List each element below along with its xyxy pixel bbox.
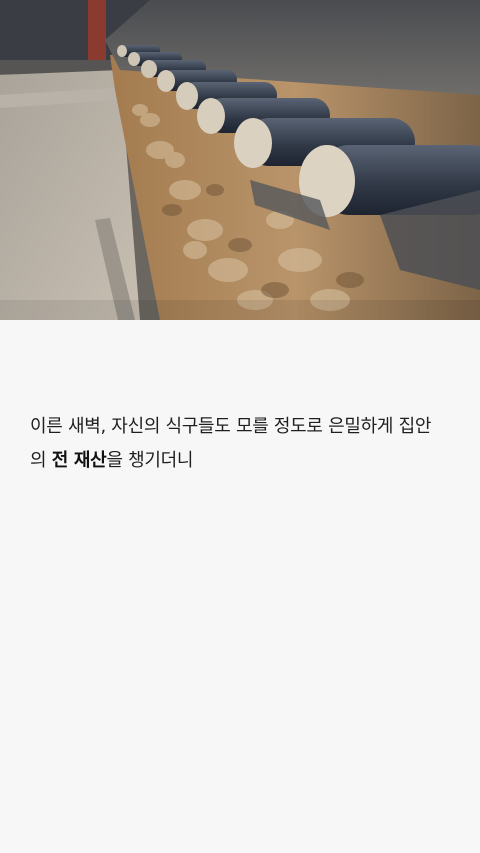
caption-line-1: 이른 새벽, 자신의 식구들도 모를 정도로 은밀하게 집안	[30, 416, 432, 437]
story-caption: 이른 새벽, 자신의 식구들도 모를 정도로 은밀하게 집안 의 전 재산을 챙…	[30, 410, 460, 478]
stone-wall-image	[0, 0, 480, 320]
hero-photo	[0, 0, 480, 320]
caption-line-2-suffix: 을 챙기더니	[106, 450, 194, 471]
caption-line-2-prefix: 의	[30, 450, 52, 471]
caption-highlight: 전 재산	[51, 450, 107, 471]
